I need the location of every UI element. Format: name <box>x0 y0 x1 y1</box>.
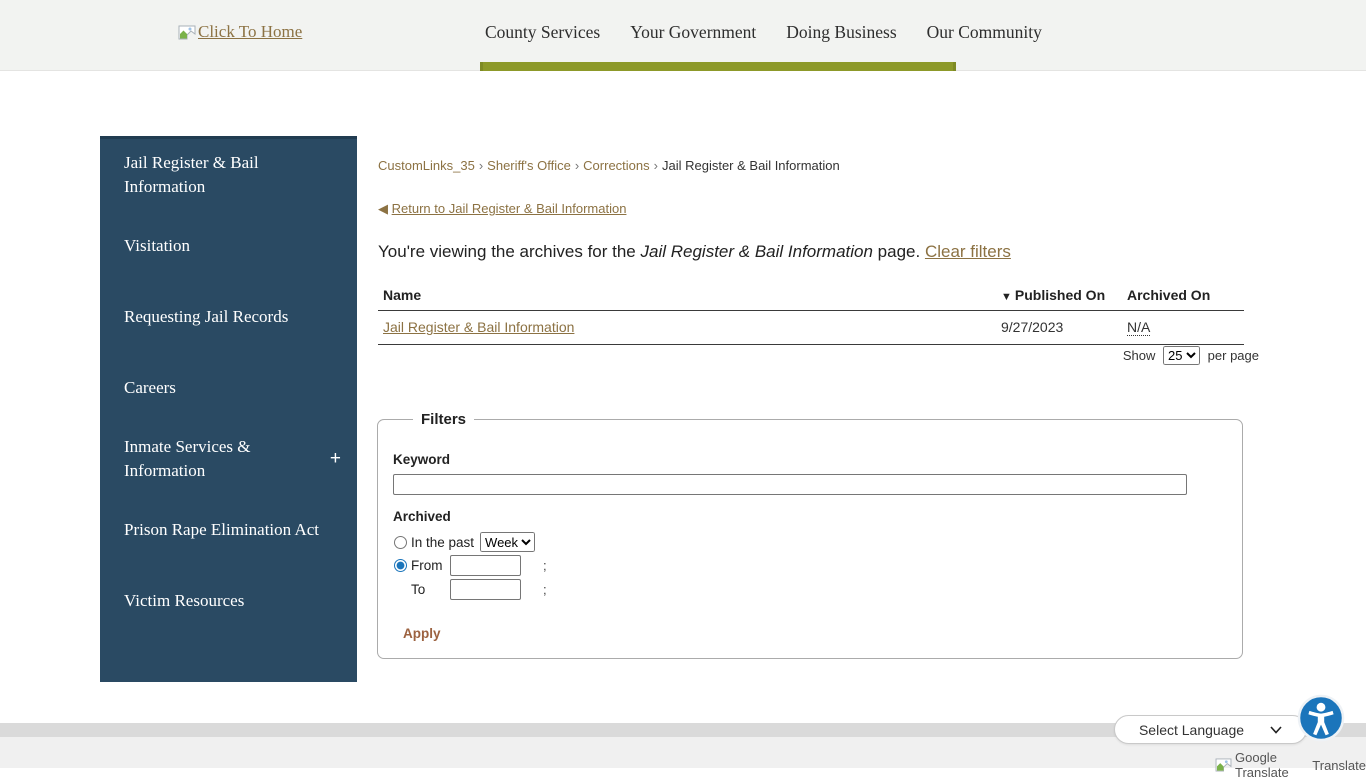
main-nav: County Services Your Government Doing Bu… <box>480 22 1047 43</box>
in-the-past-radio[interactable] <box>394 535 407 549</box>
keyword-input[interactable] <box>393 474 1187 495</box>
nav-item-our-community[interactable]: Our Community <box>922 22 1047 43</box>
show-label: Show <box>1122 348 1156 363</box>
language-selector[interactable]: Select Language <box>1114 715 1307 744</box>
nav-item-doing-business[interactable]: Doing Business <box>781 22 901 43</box>
breadcrumb-separator: › <box>478 158 484 173</box>
sidebar-item-jail-register[interactable]: Jail Register & Bail Information <box>100 139 357 210</box>
back-arrow-icon: ◀ <box>378 201 388 216</box>
nav-item-your-government[interactable]: Your Government <box>625 22 761 43</box>
from-date-input[interactable] <box>450 555 521 576</box>
breadcrumb: CustomLinks_35 › Sheriff's Office › Correcti… <box>378 158 1244 173</box>
main-content: CustomLinks_35 › Sheriff's Office › Correcti… <box>378 158 1244 345</box>
breadcrumb-link-corrections[interactable]: Corrections <box>583 158 649 173</box>
archive-item-link[interactable]: Jail Register & Bail Information <box>383 319 574 335</box>
breadcrumb-separator: › <box>653 158 658 173</box>
accessibility-widget-button[interactable] <box>1297 694 1345 742</box>
clear-filters-link[interactable]: Clear filters <box>925 242 1011 261</box>
table-row: Jail Register & Bail Information 9/27/20… <box>378 310 1244 345</box>
sidebar-item-victim-resources[interactable]: Victim Resources <box>100 565 357 636</box>
sidebar-item-visitation[interactable]: Visitation <box>100 210 357 281</box>
column-header-published-on[interactable]: ▼ Published On <box>996 282 1122 311</box>
sidebar-item-label: Prison Rape Elimination Act <box>124 519 320 539</box>
sidebar-item-label: Victim Resources <box>124 590 245 610</box>
archived-label: Archived <box>393 509 451 524</box>
google-translate-alt-text: Google Translate <box>1235 750 1289 780</box>
home-logo-label: Click To Home <box>198 22 303 41</box>
from-label: From <box>411 558 443 573</box>
to-label: To <box>411 582 426 597</box>
sidebar-item-label: Visitation <box>124 235 191 255</box>
sidebar-item-label: Careers <box>124 377 176 397</box>
language-selector-label: Select Language <box>1138 721 1245 738</box>
google-translate-attribution[interactable]: Google Translate Translate <box>1215 750 1366 780</box>
breadcrumb-link-sheriffs-office[interactable]: Sheriff's Office <box>487 158 571 173</box>
filters-panel: Filters Keyword Archived In the past Wee… <box>377 411 1243 659</box>
chevron-down-icon <box>1270 725 1282 734</box>
expand-plus-icon[interactable]: + <box>330 448 341 470</box>
page-header: Click To Home County Services Your Gover… <box>0 0 1366 71</box>
sidebar-item-label: Jail Register & Bail Information <box>124 153 259 196</box>
broken-image-icon <box>1215 758 1232 772</box>
sidebar: Jail Register & Bail Information Visitat… <box>100 136 357 682</box>
return-link-label: Return to Jail Register & Bail Informati… <box>391 201 627 216</box>
sidebar-item-label: Inmate Services & Information <box>124 437 251 480</box>
sidebar-item-prison-rape-elimination-act[interactable]: Prison Rape Elimination Act <box>100 494 357 565</box>
sidebar-item-requesting-jail-records[interactable]: Requesting Jail Records <box>100 281 357 352</box>
to-separator: ; <box>543 582 547 597</box>
column-header-name[interactable]: Name <box>378 282 996 311</box>
archive-table: Name ▼ Published On Archived On Jail Regi… <box>378 282 1244 345</box>
period-select[interactable]: Week <box>480 532 536 552</box>
per-page-select[interactable]: 25 <box>1163 346 1201 365</box>
published-on-value: 9/27/2023 <box>996 310 1122 345</box>
breadcrumb-link-customlinks[interactable]: CustomLinks_35 <box>378 158 475 173</box>
archive-intro: You're viewing the archives for the Jail… <box>378 242 1244 262</box>
archived-on-value: N/A <box>1127 319 1151 336</box>
from-separator: ; <box>543 558 547 573</box>
sidebar-item-inmate-services[interactable]: Inmate Services & Information + <box>100 423 357 494</box>
per-page-label: per page <box>1207 348 1259 363</box>
accessibility-icon <box>1297 694 1345 745</box>
nav-item-county-services[interactable]: County Services <box>480 22 605 43</box>
in-the-past-label: In the past <box>411 534 475 550</box>
intro-page-name: Jail Register & Bail Information <box>640 242 873 261</box>
breadcrumb-current: Jail Register & Bail Information <box>661 158 840 173</box>
intro-suffix: page. <box>872 242 925 261</box>
to-date-input[interactable] <box>450 579 521 600</box>
date-range-radio[interactable] <box>394 559 407 572</box>
apply-button[interactable]: Apply <box>403 626 441 641</box>
filters-legend: Filters <box>421 411 467 428</box>
intro-prefix: You're viewing the archives for the <box>378 242 641 261</box>
per-page-control: Show 25 per page <box>378 346 1259 365</box>
sort-desc-icon: ▼ <box>1001 291 1012 303</box>
translate-label: Translate <box>1312 757 1366 773</box>
keyword-label: Keyword <box>393 452 451 467</box>
nav-accent-bar <box>480 62 956 71</box>
column-header-archived-on[interactable]: Archived On <box>1122 282 1244 311</box>
archived-options: In the past Week From ; To ; <box>393 532 1227 600</box>
home-logo-link[interactable]: Click To Home <box>178 22 302 42</box>
breadcrumb-separator: › <box>574 158 580 173</box>
broken-image-icon <box>178 25 196 40</box>
sidebar-item-label: Requesting Jail Records <box>124 306 289 326</box>
sidebar-item-careers[interactable]: Careers <box>100 352 357 423</box>
return-link[interactable]: ◀ Return to Jail Register & Bail Informa… <box>378 201 626 217</box>
